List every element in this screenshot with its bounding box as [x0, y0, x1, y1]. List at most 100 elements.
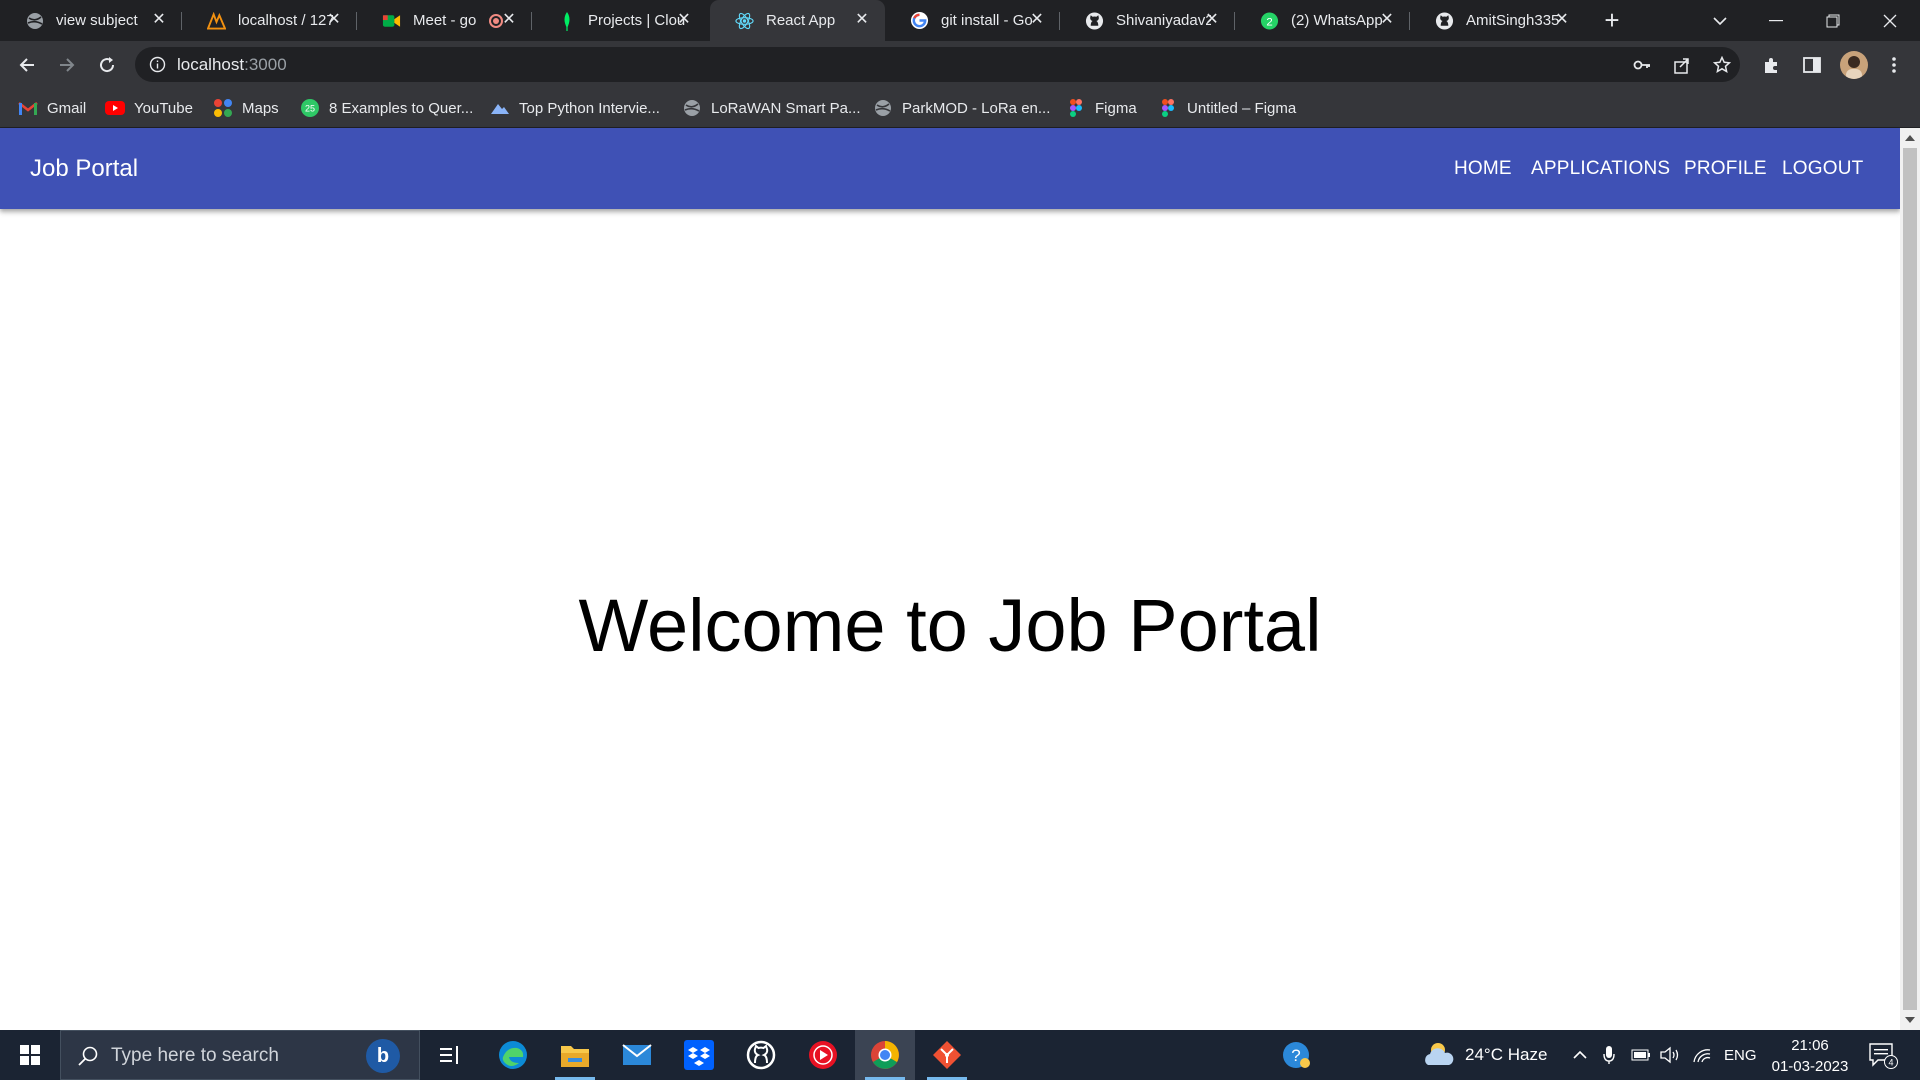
- cloud-moon-icon: [1425, 1043, 1454, 1065]
- badge-icon: 25: [300, 98, 320, 118]
- bookmark-maps[interactable]: Maps: [213, 96, 279, 120]
- microphone-icon[interactable]: [1603, 1030, 1615, 1080]
- svg-text:25: 25: [305, 104, 315, 114]
- taskbar-clock[interactable]: 21:06 01-03-2023: [1760, 1035, 1860, 1077]
- start-button[interactable]: [0, 1030, 60, 1080]
- taskbar-search[interactable]: Type here to search b: [60, 1030, 420, 1080]
- tab-search-button[interactable]: [1700, 0, 1740, 41]
- taskbar-chrome[interactable]: [855, 1030, 915, 1080]
- close-tab-icon[interactable]: ✕: [500, 11, 518, 29]
- close-tab-icon[interactable]: ✕: [1378, 11, 1396, 29]
- close-window-button[interactable]: [1870, 0, 1910, 41]
- bing-icon[interactable]: b: [366, 1039, 400, 1073]
- language-indicator[interactable]: ENG: [1724, 1030, 1757, 1080]
- youtube-icon: [105, 98, 125, 118]
- volume-icon[interactable]: [1659, 1030, 1681, 1080]
- globe-icon: [25, 11, 44, 30]
- mountain-icon: [490, 98, 510, 118]
- extensions-icon[interactable]: [1760, 53, 1784, 77]
- dropbox-icon: [684, 1040, 714, 1070]
- react-icon: [735, 11, 754, 30]
- weather-widget[interactable]: 24°C Haze: [1423, 1030, 1547, 1080]
- clock-time: 21:06: [1791, 1037, 1829, 1054]
- git-icon: [933, 1041, 961, 1069]
- tab-view-subject[interactable]: view subject ✕: [0, 0, 182, 41]
- taskbar-github-desktop[interactable]: [731, 1030, 791, 1080]
- bookmark-untitled-figma[interactable]: Untitled – Figma: [1158, 96, 1296, 120]
- new-tab-button[interactable]: +: [1592, 0, 1632, 41]
- taskbar-edge[interactable]: [483, 1030, 543, 1080]
- battery-icon[interactable]: [1631, 1030, 1651, 1080]
- tab-localhost[interactable]: localhost / 127 ✕: [182, 0, 357, 41]
- svg-text:4: 4: [1888, 1058, 1893, 1068]
- minimize-button[interactable]: [1756, 0, 1796, 41]
- close-tab-icon[interactable]: ✕: [675, 11, 693, 29]
- page-scrollbar[interactable]: [1900, 128, 1920, 1030]
- bookmark-gmail[interactable]: Gmail: [18, 96, 86, 120]
- scrollbar-thumb[interactable]: [1903, 148, 1917, 1010]
- tab-react-app[interactable]: React App ✕: [710, 0, 885, 41]
- tab-git-install[interactable]: git install - Go ✕: [885, 0, 1060, 41]
- help-icon: ?: [1283, 1042, 1310, 1068]
- svg-text:?: ?: [1291, 1046, 1300, 1065]
- bookmark-python[interactable]: Top Python Intervie...: [490, 96, 660, 120]
- meet-icon: [382, 11, 401, 30]
- brand-title[interactable]: Job Portal: [30, 155, 138, 183]
- bookmark-lorawan[interactable]: LoRaWAN Smart Pa...: [682, 96, 861, 120]
- windows-taskbar: Type here to search b ? 24°C Haze ENG 21…: [0, 1030, 1920, 1080]
- app-navbar: Job Portal HOME APPLICATIONS PROFILE LOG…: [0, 128, 1900, 209]
- nav-home[interactable]: HOME: [1454, 158, 1512, 180]
- taskbar-file-explorer[interactable]: [545, 1030, 605, 1080]
- phpmyadmin-icon: [207, 11, 226, 30]
- tab-whatsapp[interactable]: 2 (2) WhatsApp ✕: [1235, 0, 1410, 41]
- bookmark-youtube[interactable]: YouTube: [105, 96, 193, 120]
- nav-logout[interactable]: LOGOUT: [1782, 158, 1863, 180]
- bookmark-star-icon[interactable]: [1713, 56, 1731, 74]
- close-tab-icon[interactable]: ✕: [853, 11, 871, 29]
- tab-github-amit[interactable]: AmitSingh335 ✕: [1410, 0, 1585, 41]
- side-panel-icon[interactable]: [1800, 53, 1824, 77]
- notification-center[interactable]: 4: [1868, 1030, 1898, 1080]
- tray-overflow-icon[interactable]: [1573, 1030, 1587, 1080]
- taskbar-git[interactable]: [917, 1030, 977, 1080]
- chrome-menu-icon[interactable]: [1882, 53, 1906, 77]
- bookmark-parkmod[interactable]: ParkMOD - LoRa en...: [873, 96, 1050, 120]
- close-tab-icon[interactable]: ✕: [150, 11, 168, 29]
- back-button[interactable]: [10, 48, 44, 82]
- site-info-icon: [149, 56, 166, 73]
- task-view-button[interactable]: [420, 1030, 480, 1080]
- chrome-icon: [871, 1041, 899, 1069]
- share-icon[interactable]: [1673, 56, 1691, 74]
- github-icon: [1085, 11, 1104, 30]
- tab-github-shivani[interactable]: Shivaniyadav2 ✕: [1060, 0, 1235, 41]
- svg-text:2: 2: [1266, 16, 1272, 28]
- search-placeholder: Type here to search: [111, 1045, 279, 1066]
- reload-button[interactable]: [90, 48, 124, 82]
- forward-button[interactable]: [50, 48, 84, 82]
- taskbar-media-player[interactable]: [793, 1030, 853, 1080]
- profile-avatar[interactable]: [1840, 51, 1868, 79]
- taskbar-help[interactable]: ?: [1266, 1030, 1326, 1080]
- restore-button[interactable]: [1813, 0, 1853, 41]
- tab-projects[interactable]: Projects | Clou ✕: [532, 0, 707, 41]
- close-tab-icon[interactable]: ✕: [1203, 11, 1221, 29]
- taskbar-dropbox[interactable]: [669, 1030, 729, 1080]
- maps-icon: [213, 98, 233, 118]
- folder-icon: [561, 1046, 589, 1067]
- key-icon[interactable]: [1633, 56, 1651, 74]
- nav-applications[interactable]: APPLICATIONS: [1531, 158, 1670, 180]
- welcome-heading: Welcome to Job Portal: [578, 584, 1322, 667]
- browser-toolbar: localhost:3000: [0, 41, 1920, 88]
- taskbar-mail[interactable]: [607, 1030, 667, 1080]
- close-tab-icon[interactable]: ✕: [1028, 11, 1046, 29]
- bookmark-figma[interactable]: Figma: [1066, 96, 1137, 120]
- tab-meet[interactable]: Meet - go ✕: [357, 0, 532, 41]
- gmail-icon: [18, 98, 38, 118]
- wifi-icon[interactable]: [1692, 1030, 1712, 1080]
- address-bar[interactable]: localhost:3000: [135, 47, 1740, 82]
- bookmark-examples[interactable]: 25 8 Examples to Quer...: [300, 96, 473, 120]
- close-tab-icon[interactable]: ✕: [1553, 11, 1571, 29]
- close-tab-icon[interactable]: ✕: [325, 11, 343, 29]
- nav-profile[interactable]: PROFILE: [1684, 158, 1767, 180]
- scroll-down-icon: [1905, 1017, 1915, 1023]
